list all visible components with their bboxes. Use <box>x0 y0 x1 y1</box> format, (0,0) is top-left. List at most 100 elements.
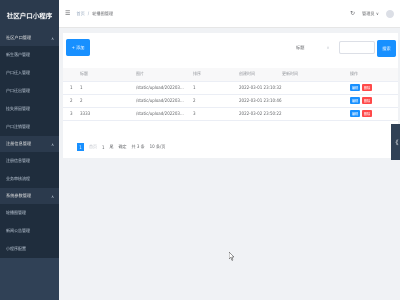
sidebar-item-label: 小程序配置 <box>6 246 26 251</box>
cell-updated <box>282 107 350 121</box>
sidebar-group-label: 社区户口管理 <box>6 35 32 40</box>
search-field-select[interactable]: ∨ <box>321 41 335 54</box>
cell-index: 1 <box>63 81 80 95</box>
plus-icon: + <box>71 45 76 50</box>
cell-image: /static/upload/202203... <box>136 107 193 121</box>
sidebar-group-label: 注册信息管理 <box>6 141 32 146</box>
cell-title: 1 <box>80 81 136 95</box>
cell-actions: 编辑 删除 <box>350 94 398 108</box>
cell-created: 2022-03-01 23:10:46 <box>239 94 282 108</box>
cell-title: 2 <box>80 94 136 108</box>
sidebar-group-registration[interactable]: 注册信息管理 ∧ <box>0 136 59 152</box>
cell-sort: 1 <box>193 81 239 95</box>
cell-image: /static/upload/202203... <box>136 81 193 95</box>
pagination: 1 首页 1 尾 确定 共 3 条 10 条/页 <box>77 143 165 151</box>
sidebar-item-cancel[interactable]: 户口注销管理 <box>0 118 59 136</box>
page-last[interactable]: 尾 <box>110 144 114 150</box>
delete-button[interactable]: 删除 <box>362 110 372 117</box>
table-row: 3 3333 /static/upload/202203... 3 2022-0… <box>63 107 398 121</box>
sidebar-group-household[interactable]: 社区户口管理 ∧ <box>0 30 59 46</box>
collapse-panel-tab[interactable]: 《 <box>391 124 400 160</box>
user-name: 管理员 <box>362 10 375 16</box>
hamburger-menu-icon[interactable]: ☰ <box>65 10 70 17</box>
app-title: 社区户口小程序 <box>0 0 59 30</box>
column-header-created: 创建时间 <box>239 68 282 82</box>
page-size-select[interactable]: 10 条/页 <box>150 144 166 150</box>
sidebar-item-move-in[interactable]: 户口迁入管理 <box>0 64 59 82</box>
chevron-up-icon: ∧ <box>51 141 54 147</box>
double-chevron-left-icon: 《 <box>392 139 399 147</box>
sidebar-item-label: 注册信息管理 <box>6 158 30 163</box>
add-button-label: 添加 <box>76 44 85 50</box>
sidebar-item-loss-reason[interactable]: 挂失原因管理 <box>0 100 59 118</box>
cell-updated <box>282 94 350 108</box>
sidebar-group-label: 系统参数管理 <box>6 193 32 198</box>
page-first[interactable]: 首页 <box>89 144 97 150</box>
search-input[interactable] <box>339 41 375 54</box>
sidebar-item-label: 业务审核流程 <box>6 176 30 181</box>
column-header-updated: 更新时间 <box>282 68 350 82</box>
sidebar-item-label: 户口注销管理 <box>6 124 30 129</box>
search-button[interactable]: 搜索 <box>377 40 396 57</box>
cell-updated <box>282 81 350 95</box>
add-button[interactable]: + 添加 <box>66 39 90 56</box>
sidebar-item-label: 挂失原因管理 <box>6 106 30 111</box>
edit-button[interactable]: 编辑 <box>350 84 360 91</box>
table-row: 2 2 /static/upload/202203... 2 2022-03-0… <box>63 94 398 108</box>
sidebar-group-system[interactable]: 系统参数管理 ∧ <box>0 188 59 204</box>
sidebar-item-label: 户口迁入管理 <box>6 70 30 75</box>
sidebar-item-label: 新闻公告管理 <box>6 228 30 233</box>
cell-created: 2022-03-02 23:50:22 <box>239 107 282 121</box>
page-number[interactable]: 1 <box>102 145 105 150</box>
user-menu[interactable]: 管理员 ∨ <box>362 11 379 17</box>
main-panel: + 添加 标题 ∨ 搜索 标题 图片 排序 创建时间 更新时间 操作 1 1 /… <box>63 33 398 158</box>
cell-sort: 3 <box>193 107 239 121</box>
chevron-up-icon: ∧ <box>51 193 54 199</box>
data-table: 标题 图片 排序 创建时间 更新时间 操作 1 1 /static/upload… <box>63 68 398 121</box>
cell-index: 2 <box>63 94 80 108</box>
breadcrumb-separator: / <box>87 11 90 16</box>
refresh-icon[interactable]: ↻ <box>350 10 355 17</box>
sidebar-item-label: 新生落户管理 <box>6 52 30 57</box>
cell-created: 2022-03-01 23:10:32 <box>239 81 282 95</box>
breadcrumb: 首页 / 轮播图管理 <box>76 11 113 17</box>
sidebar: 社区户口小程序 社区户口管理 ∧ 新生落户管理 户口迁入管理 户口迁出管理 挂失… <box>0 0 59 300</box>
breadcrumb-current: 轮播图管理 <box>92 10 114 16</box>
top-header: ☰ 首页 / 轮播图管理 ↻ 管理员 ∨ <box>59 0 400 28</box>
column-header-actions: 操作 <box>350 68 398 82</box>
sidebar-item-newborn[interactable]: 新生落户管理 <box>0 46 59 64</box>
sidebar-item-news[interactable]: 新闻公告管理 <box>0 222 59 240</box>
chevron-down-icon: ∨ <box>326 45 330 50</box>
sidebar-item-review-flow[interactable]: 业务审核流程 <box>0 170 59 188</box>
page-jump-button[interactable]: 确定 <box>119 144 127 150</box>
table-row: 1 1 /static/upload/202203... 1 2022-03-0… <box>63 81 398 95</box>
cell-title: 3333 <box>80 107 136 121</box>
sidebar-item-label: 户口迁出管理 <box>6 88 30 93</box>
sidebar-item-carousel[interactable]: 轮播图管理 <box>0 204 59 222</box>
sidebar-item-label: 轮播图管理 <box>6 210 26 215</box>
sidebar-item-move-out[interactable]: 户口迁出管理 <box>0 82 59 100</box>
mouse-cursor-icon <box>229 252 235 261</box>
delete-button[interactable]: 删除 <box>362 97 372 104</box>
table-header-row: 标题 图片 排序 创建时间 更新时间 操作 <box>63 68 398 82</box>
breadcrumb-home[interactable]: 首页 <box>76 11 84 17</box>
search-label: 标题 <box>296 45 305 50</box>
column-header-title: 标题 <box>80 68 136 82</box>
edit-button[interactable]: 编辑 <box>350 97 360 104</box>
sidebar-item-miniapp-config[interactable]: 小程序配置 <box>0 240 59 258</box>
edit-button[interactable]: 编辑 <box>350 110 360 117</box>
sidebar-item-registration[interactable]: 注册信息管理 <box>0 152 59 170</box>
column-header-sort: 排序 <box>193 68 239 82</box>
cell-actions: 编辑 删除 <box>350 107 398 121</box>
page-current[interactable]: 1 <box>77 143 84 151</box>
cell-actions: 编辑 删除 <box>350 81 398 95</box>
cell-image: /static/upload/202203... <box>136 94 193 108</box>
column-header-image: 图片 <box>136 68 193 82</box>
cell-index: 3 <box>63 107 80 121</box>
column-header-index <box>63 68 80 82</box>
cell-sort: 2 <box>193 94 239 108</box>
page-total: 共 3 条 <box>131 144 145 149</box>
chevron-down-icon: ∨ <box>375 10 379 16</box>
avatar[interactable] <box>386 9 394 18</box>
delete-button[interactable]: 删除 <box>362 84 372 91</box>
